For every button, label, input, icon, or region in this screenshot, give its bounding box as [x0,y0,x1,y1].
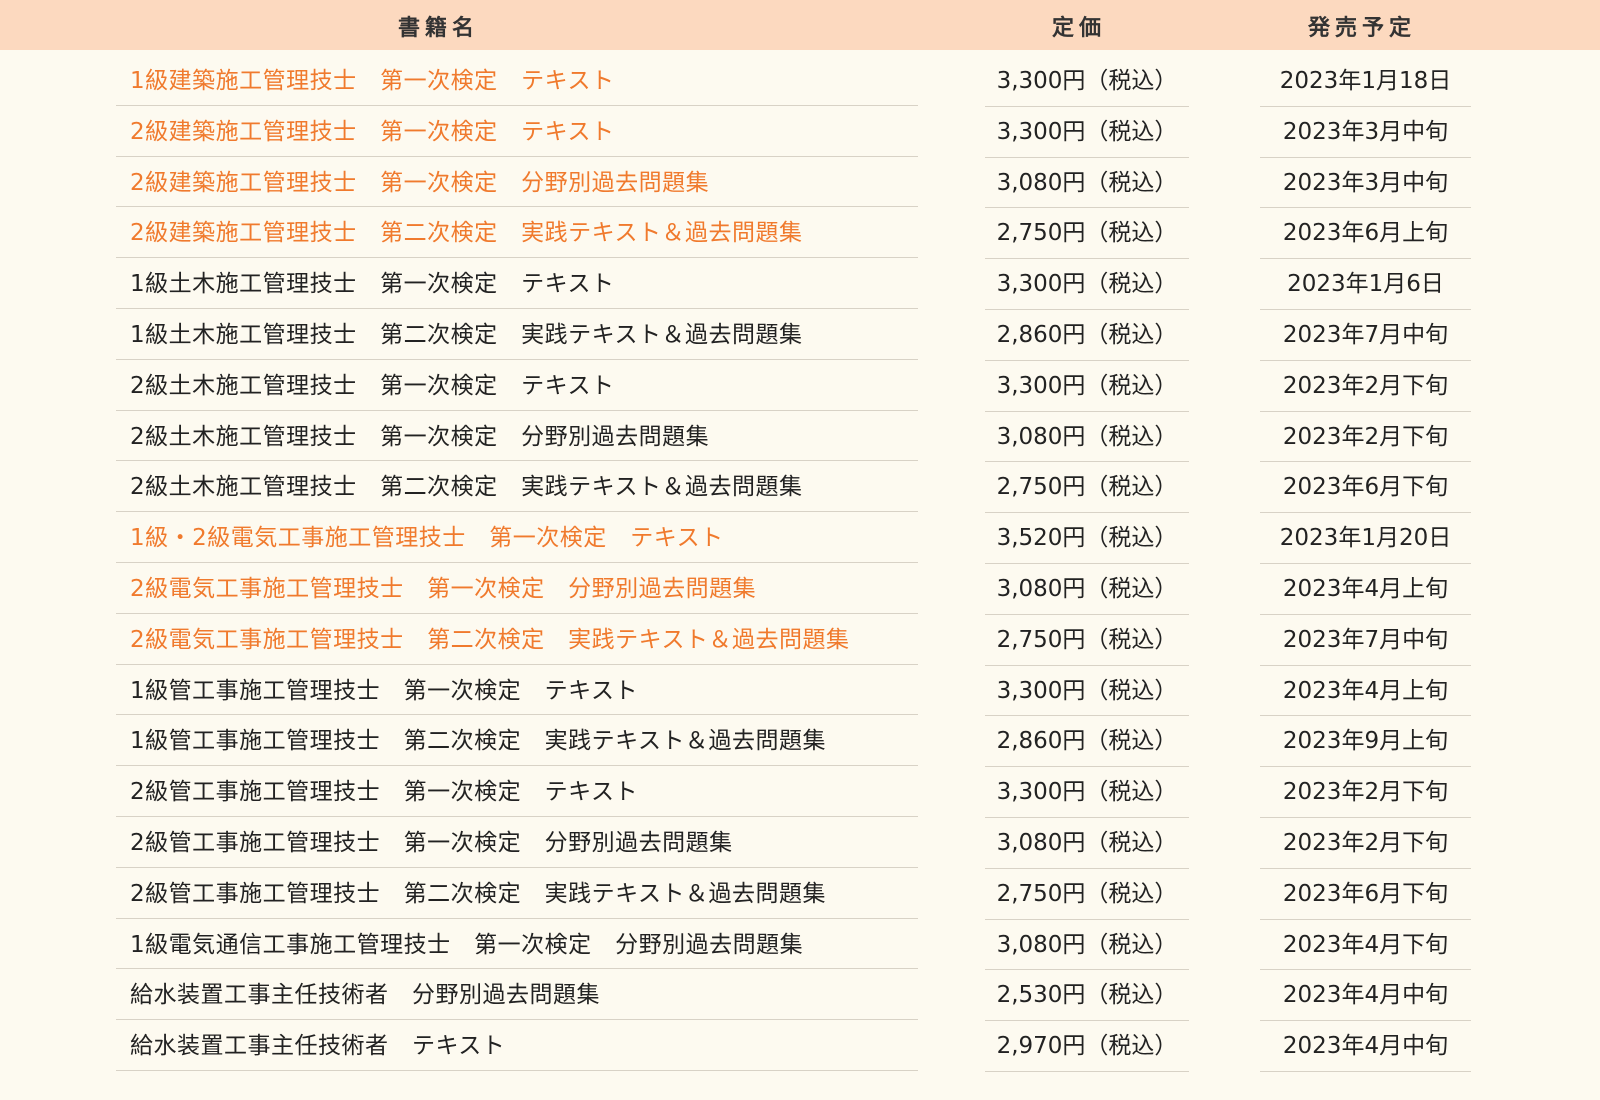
book-title-cell: 2級管工事施工管理技士 第二次検定 実践テキスト＆過去問題集 [116,869,918,919]
book-title-cell: 給水装置工事主任技術者 分野別過去問題集 [116,970,918,1021]
table-row: 1級管工事施工管理技士 第二次検定 実践テキスト＆過去問題集 2,860円（税込… [0,716,1600,768]
price-cell: 3,300円（税込） [985,361,1189,412]
price-cell: 2,970円（税込） [985,1021,1189,1072]
price-cell: 3,300円（税込） [985,107,1189,158]
column-header-price: 定価 [1052,16,1107,41]
table-row: 2級土木施工管理技士 第一次検定 テキスト 3,300円（税込） 2023年2月… [0,361,1600,412]
release-date-cell: 2023年1月18日 [1260,56,1471,107]
price-cell: 2,860円（税込） [985,716,1189,768]
table-row: 2級管工事施工管理技士 第一次検定 分野別過去問題集 3,080円（税込） 20… [0,818,1600,869]
table-row: 2級電気工事施工管理技士 第二次検定 実践テキスト＆過去問題集 2,750円（税… [0,615,1600,666]
release-date-cell: 2023年2月下旬 [1260,412,1471,463]
column-header-title: 書籍名 [398,16,480,41]
release-date-cell: 2023年1月6日 [1260,259,1471,310]
price-cell: 2,750円（税込） [985,615,1189,666]
release-date-cell: 2023年7月中旬 [1260,615,1471,666]
table-row: 給水装置工事主任技術者 分野別過去問題集 2,530円（税込） 2023年4月中… [0,970,1600,1022]
table-row: 2級管工事施工管理技士 第二次検定 実践テキスト＆過去問題集 2,750円（税込… [0,869,1600,920]
release-date-cell: 2023年6月下旬 [1260,869,1471,920]
book-title-cell: 1級電気通信工事施工管理技士 第一次検定 分野別過去問題集 [116,920,918,970]
price-cell: 2,860円（税込） [985,310,1189,361]
price-cell: 3,080円（税込） [985,564,1189,615]
table-row: 1級電気通信工事施工管理技士 第一次検定 分野別過去問題集 3,080円（税込）… [0,920,1600,971]
book-title-cell: 1級土木施工管理技士 第二次検定 実践テキスト＆過去問題集 [116,310,918,360]
release-date-cell: 2023年4月上旬 [1260,666,1471,717]
book-table-body: 1級建築施工管理技士 第一次検定 テキスト 3,300円（税込） 2023年1月… [0,56,1600,1072]
table-row: 1級建築施工管理技士 第一次検定 テキスト 3,300円（税込） 2023年1月… [0,56,1600,107]
book-title-cell: 2級電気工事施工管理技士 第一次検定 分野別過去問題集 [116,564,918,614]
release-date-cell: 2023年3月中旬 [1260,158,1471,209]
release-date-cell: 2023年9月上旬 [1260,716,1471,768]
table-row: 2級建築施工管理技士 第一次検定 テキスト 3,300円（税込） 2023年3月… [0,107,1600,158]
release-date-cell: 2023年4月中旬 [1260,970,1471,1022]
price-cell: 3,080円（税込） [985,920,1189,971]
book-title-cell: 給水装置工事主任技術者 テキスト [116,1021,918,1071]
price-cell: 2,750円（税込） [985,869,1189,920]
table-row: 2級土木施工管理技士 第一次検定 分野別過去問題集 3,080円（税込） 202… [0,412,1600,463]
book-title-cell: 2級管工事施工管理技士 第一次検定 分野別過去問題集 [116,818,918,868]
price-cell: 3,300円（税込） [985,56,1189,107]
price-cell: 2,750円（税込） [985,208,1189,260]
price-cell: 3,080円（税込） [985,818,1189,869]
book-title-cell: 2級建築施工管理技士 第一次検定 分野別過去問題集 [116,158,918,208]
release-date-cell: 2023年6月上旬 [1260,208,1471,260]
book-title-cell: 2級建築施工管理技士 第一次検定 テキスト [116,107,918,157]
price-cell: 3,300円（税込） [985,767,1189,818]
release-date-cell: 2023年2月下旬 [1260,818,1471,869]
price-cell: 2,530円（税込） [985,970,1189,1022]
price-cell: 3,080円（税込） [985,158,1189,209]
release-date-cell: 2023年2月下旬 [1260,361,1471,412]
price-cell: 2,750円（税込） [985,462,1189,514]
table-row: 2級建築施工管理技士 第二次検定 実践テキスト＆過去問題集 2,750円（税込）… [0,208,1600,260]
price-cell: 3,300円（税込） [985,666,1189,717]
release-date-cell: 2023年3月中旬 [1260,107,1471,158]
release-date-cell: 2023年4月上旬 [1260,564,1471,615]
release-date-cell: 2023年2月下旬 [1260,767,1471,818]
table-row: 2級管工事施工管理技士 第一次検定 テキスト 3,300円（税込） 2023年2… [0,767,1600,818]
price-cell: 3,080円（税込） [985,412,1189,463]
book-title-cell: 1級土木施工管理技士 第一次検定 テキスト [116,259,918,309]
release-date-cell: 2023年1月20日 [1260,513,1471,564]
book-title-cell: 1級管工事施工管理技士 第一次検定 テキスト [116,666,918,716]
column-header-release: 発売予定 [1308,16,1417,41]
release-date-cell: 2023年7月中旬 [1260,310,1471,361]
table-row: 2級電気工事施工管理技士 第一次検定 分野別過去問題集 3,080円（税込） 2… [0,564,1600,615]
table-row: 1級管工事施工管理技士 第一次検定 テキスト 3,300円（税込） 2023年4… [0,666,1600,717]
table-row: 2級建築施工管理技士 第一次検定 分野別過去問題集 3,080円（税込） 202… [0,158,1600,209]
table-row: 1級土木施工管理技士 第二次検定 実践テキスト＆過去問題集 2,860円（税込）… [0,310,1600,361]
table-row: 給水装置工事主任技術者 テキスト 2,970円（税込） 2023年4月中旬 [0,1021,1600,1072]
table-header: 書籍名 定価 発売予定 [0,0,1600,50]
release-date-cell: 2023年6月下旬 [1260,462,1471,514]
book-title-cell: 1級管工事施工管理技士 第二次検定 実践テキスト＆過去問題集 [116,716,918,767]
book-title-cell: 2級土木施工管理技士 第一次検定 分野別過去問題集 [116,412,918,462]
book-title-cell: 2級建築施工管理技士 第二次検定 実践テキスト＆過去問題集 [116,208,918,259]
book-title-cell: 2級土木施工管理技士 第一次検定 テキスト [116,361,918,411]
book-title-cell: 2級土木施工管理技士 第二次検定 実践テキスト＆過去問題集 [116,462,918,513]
book-title-cell: 1級・2級電気工事施工管理技士 第一次検定 テキスト [116,513,918,563]
table-row: 1級土木施工管理技士 第一次検定 テキスト 3,300円（税込） 2023年1月… [0,259,1600,310]
book-title-cell: 2級管工事施工管理技士 第一次検定 テキスト [116,767,918,817]
price-cell: 3,300円（税込） [985,259,1189,310]
table-row: 2級土木施工管理技士 第二次検定 実践テキスト＆過去問題集 2,750円（税込）… [0,462,1600,514]
release-date-cell: 2023年4月下旬 [1260,920,1471,971]
table-row: 1級・2級電気工事施工管理技士 第一次検定 テキスト 3,520円（税込） 20… [0,513,1600,564]
price-cell: 3,520円（税込） [985,513,1189,564]
book-title-cell: 1級建築施工管理技士 第一次検定 テキスト [116,56,918,106]
release-date-cell: 2023年4月中旬 [1260,1021,1471,1072]
book-title-cell: 2級電気工事施工管理技士 第二次検定 実践テキスト＆過去問題集 [116,615,918,665]
